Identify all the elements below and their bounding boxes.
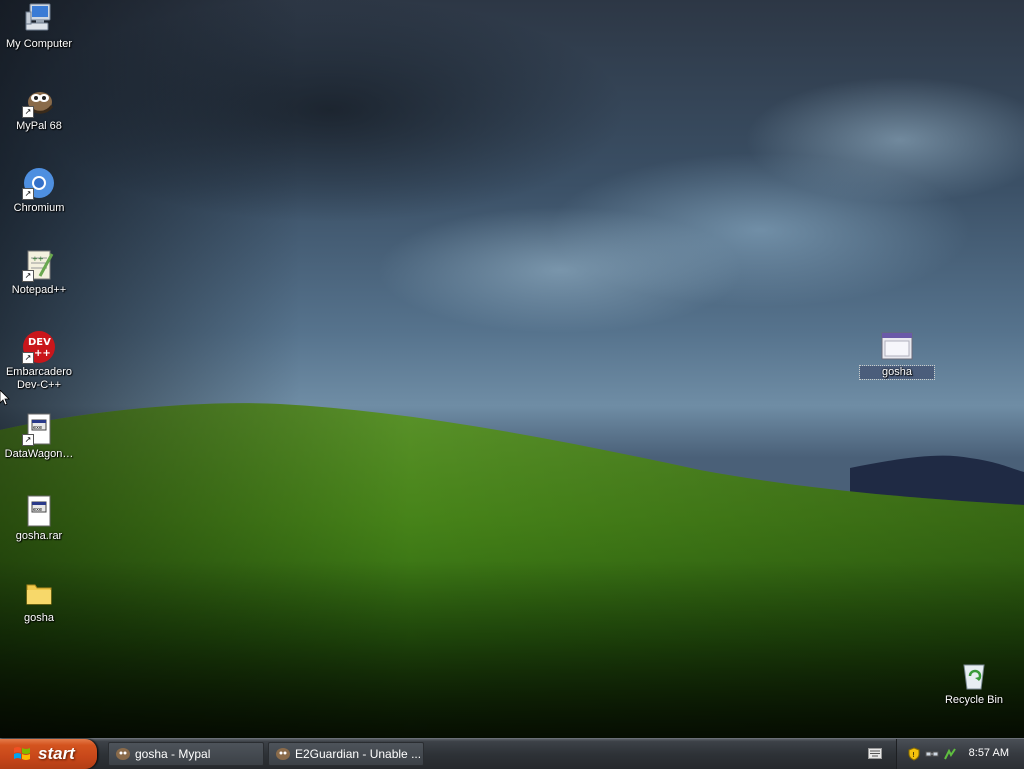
executable-file-icon: exe ↗ [22, 412, 56, 446]
desktop-icon-label: Notepad++ [11, 284, 67, 296]
security-shield-icon[interactable]: ! [907, 747, 921, 761]
svg-text:exe: exe [33, 425, 42, 431]
desktop-icon-devcpp[interactable]: DEV ++ ↗ Embarcadero Dev-C++ [2, 330, 76, 392]
desktop-icon-gosha-folder[interactable]: gosha [2, 576, 76, 625]
shortcut-arrow-icon: ↗ [22, 352, 34, 364]
clock[interactable]: 8:57 AM [969, 747, 1009, 759]
svg-text:!: ! [912, 751, 915, 759]
network-icon[interactable] [925, 747, 939, 761]
desktop[interactable]: My Computer ↗ MyPal 68 ↗ Chromium ++ ↗ N… [0, 0, 1024, 738]
shortcut-arrow-icon: ↗ [22, 434, 34, 446]
application-window-icon [880, 330, 914, 364]
mypal-icon [276, 748, 290, 760]
desktop-icon-chromium[interactable]: ↗ Chromium [2, 166, 76, 215]
system-tray: ! 8:57 AM [896, 739, 1024, 769]
start-label: start [38, 744, 75, 763]
desktop-icon-label: Embarcadero Dev-C++ [5, 366, 73, 391]
shortcut-arrow-icon: ↗ [22, 188, 34, 200]
recycle-bin-icon [957, 658, 991, 692]
taskbar: start gosha - Mypal E2Guardian - Unable … [0, 738, 1024, 769]
update-icon[interactable] [943, 747, 957, 761]
mypal-icon: ↗ [22, 84, 56, 118]
shortcut-arrow-icon: ↗ [22, 106, 34, 118]
devcpp-icon: DEV ++ ↗ [22, 330, 56, 364]
svg-text:++: ++ [32, 255, 44, 263]
desktop-icon-label: Chromium [13, 202, 65, 214]
windows-flag-icon [14, 747, 30, 760]
my-computer-icon [22, 2, 56, 36]
svg-text:exe: exe [33, 507, 42, 513]
desktop-icon-label: MyPal 68 [16, 120, 62, 132]
shortcut-arrow-icon: ↗ [22, 270, 34, 282]
desktop-icon-notepad-plus-plus[interactable]: ++ ↗ Notepad++ [2, 248, 76, 297]
desktop-icon-label: DataWagon… [4, 448, 74, 460]
desktop-icon-label: Recycle Bin [944, 694, 1004, 706]
desktop-icon-label: gosha [24, 612, 54, 624]
folder-icon [22, 576, 56, 610]
taskbar-item-label: gosha - Mypal [135, 747, 211, 761]
mouse-cursor-icon [0, 390, 10, 406]
taskbar-item-gosha-mypal[interactable]: gosha - Mypal [108, 742, 264, 766]
taskbar-item-label: E2Guardian - Unable ... [295, 747, 422, 761]
desktop-icon-my-computer[interactable]: My Computer [2, 2, 76, 51]
desktop-icon-label: My Computer [5, 38, 73, 50]
desktop-icon-gosha-app[interactable]: gosha [859, 330, 935, 380]
notepad-plus-plus-icon: ++ ↗ [22, 248, 56, 282]
desktop-icon-recycle-bin[interactable]: Recycle Bin [937, 658, 1011, 707]
desktop-icon-datawagon[interactable]: exe ↗ DataWagon… [2, 412, 76, 461]
keyboard-icon[interactable] [868, 748, 882, 759]
desktop-icon-label: gosha.rar [15, 530, 63, 542]
svg-text:DEV: DEV [28, 337, 51, 348]
desktop-icon-gosha-rar[interactable]: exe gosha.rar [2, 494, 76, 543]
chromium-icon: ↗ [22, 166, 56, 200]
start-button[interactable]: start [0, 739, 97, 769]
mypal-icon [116, 748, 130, 760]
desktop-icon-mypal[interactable]: ↗ MyPal 68 [2, 84, 76, 133]
taskbar-item-e2guardian[interactable]: E2Guardian - Unable ... [268, 742, 424, 766]
svg-text:++: ++ [34, 348, 51, 359]
executable-file-icon: exe [22, 494, 56, 528]
desktop-icon-label: gosha [859, 365, 935, 380]
